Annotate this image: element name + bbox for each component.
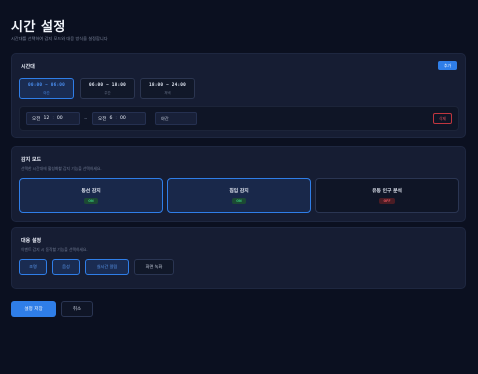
- time-period-card: 시간대 추가 00:00 ~ 06:00 야간 06:00 ~ 18:00 주간…: [11, 53, 466, 138]
- detection-mode-card: 감지 모드 선택한 시간대에 활성화할 감지 기능을 선택하세요. 동선 감지 …: [11, 146, 466, 222]
- mode-toggle-intrusion[interactable]: 침입 감지 ON: [167, 178, 311, 213]
- status-badge: ON: [84, 198, 98, 204]
- time-edit-row: 오전 12 : 00 ~ 오전 6 : 00 야간 삭제: [19, 106, 459, 131]
- time-chip-label: 저녁: [164, 90, 171, 95]
- response-settings-card: 대응 설정 이벤트 감지 시 동작할 기능을 선택하세요. 조명 음성 실시간 …: [11, 227, 466, 289]
- resp-card-desc: 이벤트 감지 시 동작할 기능을 선택하세요.: [21, 247, 88, 252]
- resp-card-title: 대응 설정: [21, 238, 42, 244]
- time-chip-range: 00:00 ~ 06:00: [28, 82, 65, 88]
- response-option-voice[interactable]: 음성: [52, 259, 80, 275]
- start-hour[interactable]: 12: [43, 116, 49, 121]
- mode-toggle-traffic[interactable]: 유동 인구 분석 OFF: [315, 178, 459, 213]
- status-badge: ON: [232, 198, 246, 204]
- response-option-record[interactable]: 화면 녹화: [134, 259, 174, 275]
- response-option-alert[interactable]: 실시간 알림: [85, 259, 129, 275]
- time-chip-range: 06:00 ~ 18:00: [89, 82, 126, 88]
- time-name-input[interactable]: 야간: [155, 112, 197, 125]
- time-chip-range: 18:00 ~ 24:00: [149, 82, 186, 88]
- end-time-picker[interactable]: 오전 6 : 00: [92, 112, 146, 125]
- time-card-title: 시간대: [21, 64, 35, 70]
- end-ampm[interactable]: 오전: [98, 116, 106, 122]
- detect-card-desc: 선택한 시간대에 활성화할 감지 기능을 선택하세요.: [21, 166, 102, 171]
- save-settings-button[interactable]: 설정 저장: [11, 301, 56, 317]
- time-chip-evening[interactable]: 18:00 ~ 24:00 저녁: [140, 78, 195, 99]
- start-ampm[interactable]: 오전: [32, 116, 40, 122]
- end-minute[interactable]: 00: [120, 116, 126, 121]
- page-title: 시간 설정: [11, 20, 66, 35]
- range-tilde: ~: [84, 116, 88, 121]
- time-separator: :: [52, 116, 54, 121]
- mode-toggle-motion[interactable]: 동선 감지 ON: [19, 178, 163, 213]
- settings-page: 시간 설정 시간대를 선택하여 감지 모드와 대응 방식을 설정합니다 시간대 …: [0, 0, 478, 374]
- time-chip-day[interactable]: 06:00 ~ 18:00 주간: [80, 78, 135, 99]
- detect-card-title: 감지 모드: [21, 157, 42, 163]
- end-hour[interactable]: 6: [109, 116, 112, 121]
- cancel-button[interactable]: 취소: [61, 301, 93, 317]
- response-option-light[interactable]: 조명: [19, 259, 47, 275]
- start-time-picker[interactable]: 오전 12 : 00: [26, 112, 80, 125]
- add-time-button[interactable]: 추가: [438, 61, 457, 70]
- mode-name: 침입 감지: [229, 189, 249, 194]
- time-chip-label: 주간: [104, 90, 111, 95]
- mode-name: 동선 감지: [81, 189, 101, 194]
- status-badge: OFF: [379, 198, 395, 204]
- time-chip-label: 야간: [43, 90, 50, 95]
- delete-time-button[interactable]: 삭제: [433, 113, 452, 124]
- time-chip-night[interactable]: 00:00 ~ 06:00 야간: [19, 78, 74, 99]
- time-separator: :: [115, 116, 117, 121]
- start-minute[interactable]: 00: [57, 116, 63, 121]
- mode-name: 유동 인구 분석: [372, 189, 402, 194]
- page-subtitle: 시간대를 선택하여 감지 모드와 대응 방식을 설정합니다: [11, 36, 108, 41]
